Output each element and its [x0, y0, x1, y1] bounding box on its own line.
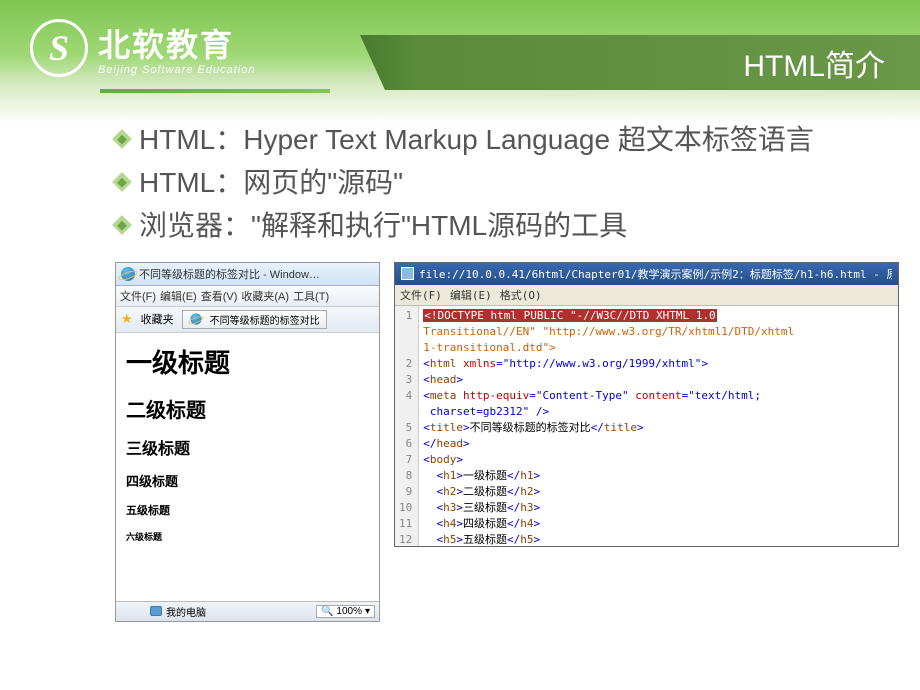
bullet-item: HTML：网页的"源码" [115, 163, 860, 202]
rendered-h1: 一级标题 [126, 343, 369, 380]
source-editor-window: file://10.0.0.41/6html/Chapter01/教学演示案例/… [394, 262, 899, 547]
menu-fav[interactable]: 收藏夹(A) [241, 288, 289, 304]
code-text: charset=gb2312" [430, 405, 529, 418]
browser-tab[interactable]: 不同等级标题的标签对比 [182, 310, 327, 329]
logo-cn: 北软教育 [98, 20, 255, 66]
browser-title-text: 不同等级标题的标签对比 - Window… [139, 266, 374, 282]
code-text: Transitional//EN" "http://www.w3.org/TR/… [423, 325, 794, 338]
code-text: 五级标题 [463, 533, 507, 546]
editor-menu-file[interactable]: 文件(F) [400, 287, 442, 303]
rendered-h5: 五级标题 [126, 502, 369, 518]
bullet-item: HTML：Hyper Text Markup Language 超文本标签语言 [115, 120, 860, 159]
editor-body: 1 2 3 4 5 6 7 8 9 10 11 12 13 14 15 16 [395, 306, 898, 546]
tab-label: 不同等级标题的标签对比 [210, 312, 320, 327]
slide-header: S 北软教育 Beijing Software Education HTML简介 [0, 0, 920, 95]
line-num: 10 [399, 500, 412, 516]
line-num: 7 [399, 452, 412, 468]
menu-file[interactable]: 文件(F) [120, 288, 156, 304]
ie-icon [121, 267, 135, 281]
code-text: xmlns [463, 357, 496, 370]
code-text: http-equiv [463, 389, 529, 402]
editor-menu-format[interactable]: 格式(O) [500, 287, 542, 303]
bullet-text: 浏览器："解释和执行"HTML源码的工具 [139, 206, 627, 245]
line-num: 9 [399, 484, 412, 500]
star-icon[interactable]: ★ [121, 311, 133, 327]
logo-circle-icon: S [30, 19, 88, 77]
document-icon [401, 267, 414, 280]
code-text: title [604, 421, 637, 434]
zoom-icon: 🔍 [321, 606, 333, 617]
diamond-icon [112, 215, 132, 235]
code-area[interactable]: <!DOCTYPE html PUBLIC "-//W3C//DTD XHTML… [419, 306, 798, 546]
status-right: 🔍 100% ▾ [316, 605, 375, 618]
code-text: "Content-Type" [536, 389, 629, 402]
code-text: 二级标题 [463, 485, 507, 498]
menu-view[interactable]: 查看(V) [201, 288, 238, 304]
diamond-icon [112, 129, 132, 149]
code-text: <!DOCTYPE html PUBLIC "-//W3C//DTD XHTML… [423, 309, 716, 322]
line-num: 3 [399, 372, 412, 388]
code-text: 一级标题 [463, 469, 507, 482]
logo-en: Beijing Software Education [98, 64, 255, 76]
code-text: head [430, 373, 457, 386]
status-computer: 我的电脑 [166, 604, 206, 619]
logo-text: 北软教育 Beijing Software Education [98, 20, 255, 76]
bullet-text: HTML：Hyper Text Markup Language 超文本标签语言 [139, 120, 814, 159]
line-num: 8 [399, 468, 412, 484]
line-num: 4 [399, 388, 412, 404]
code-text: 四级标题 [463, 517, 507, 530]
screenshots-row: 不同等级标题的标签对比 - Window… 文件(F) 编辑(E) 查看(V) … [0, 250, 920, 622]
chevron-down-icon: ▾ [365, 606, 370, 617]
editor-menubar: 文件(F) 编辑(E) 格式(O) [395, 285, 898, 306]
zoom-value: 100% [336, 606, 362, 617]
code-text: 1-transitional.dtd"> [423, 341, 555, 354]
code-text: html [430, 357, 457, 370]
code-text: head [437, 437, 464, 450]
bullet-text: HTML：网页的"源码" [139, 163, 403, 202]
line-num: 1 [399, 308, 412, 324]
logo-underline [100, 89, 330, 93]
logo: S 北软教育 Beijing Software Education [0, 19, 255, 77]
title-bar: HTML简介 [360, 35, 920, 90]
line-num: 2 [399, 356, 412, 372]
code-text: 不同等级标题的标签对比 [470, 421, 591, 434]
status-left: 我的电脑 [120, 604, 206, 619]
browser-window: 不同等级标题的标签对比 - Window… 文件(F) 编辑(E) 查看(V) … [115, 262, 380, 622]
menu-tools[interactable]: 工具(T) [293, 288, 329, 304]
code-text: "http://www.w3.org/1999/xhtml" [503, 357, 702, 370]
fav-label[interactable]: 收藏夹 [141, 311, 174, 327]
code-text: 三级标题 [463, 501, 507, 514]
browser-titlebar: 不同等级标题的标签对比 - Window… [116, 263, 379, 286]
browser-statusbar: 我的电脑 🔍 100% ▾ [116, 601, 379, 621]
editor-menu-edit[interactable]: 编辑(E) [450, 287, 492, 303]
editor-title-text: file://10.0.0.41/6html/Chapter01/教学演示案例/… [419, 266, 892, 282]
line-num: 5 [399, 420, 412, 436]
code-text: "text/html; [688, 389, 761, 402]
rendered-h4: 四级标题 [126, 471, 369, 490]
bullet-item: 浏览器："解释和执行"HTML源码的工具 [115, 206, 860, 245]
slide-content: HTML：Hyper Text Markup Language 超文本标签语言 … [0, 95, 920, 246]
rendered-h2: 二级标题 [126, 394, 369, 423]
code-text: body [430, 453, 457, 466]
browser-viewport: 一级标题 二级标题 三级标题 四级标题 五级标题 六级标题 [116, 333, 379, 601]
line-num: 12 [399, 532, 412, 546]
ie-icon [190, 313, 201, 324]
editor-titlebar: file://10.0.0.41/6html/Chapter01/教学演示案例/… [395, 263, 898, 285]
browser-menubar: 文件(F) 编辑(E) 查看(V) 收藏夹(A) 工具(T) [116, 286, 379, 307]
code-text: title [430, 421, 463, 434]
line-num: 6 [399, 436, 412, 452]
line-gutter: 1 2 3 4 5 6 7 8 9 10 11 12 13 14 15 16 [395, 306, 419, 546]
zoom-control[interactable]: 🔍 100% ▾ [316, 605, 375, 618]
code-text: meta [430, 389, 457, 402]
rendered-h3: 三级标题 [126, 435, 369, 459]
diamond-icon [112, 172, 132, 192]
favorites-bar: ★ 收藏夹 不同等级标题的标签对比 [116, 307, 379, 333]
slide-title: HTML简介 [743, 41, 885, 85]
menu-edit[interactable]: 编辑(E) [160, 288, 197, 304]
computer-icon [150, 606, 162, 616]
code-text: content [635, 389, 681, 402]
rendered-h6: 六级标题 [126, 530, 369, 543]
logo-letter: S [49, 27, 69, 69]
line-num: 11 [399, 516, 412, 532]
